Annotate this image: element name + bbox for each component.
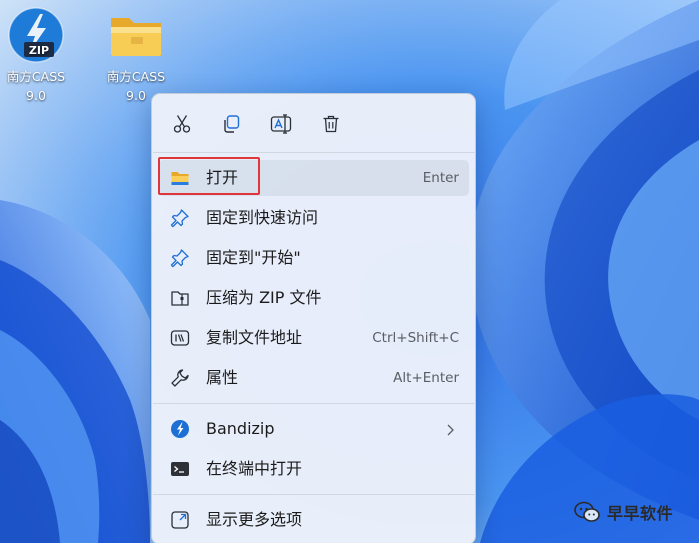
menu-item-label: 压缩为 ZIP 文件 [206,288,322,307]
chevron-right-icon [445,422,455,441]
menu-item-shortcut: Enter [422,170,459,186]
path-icon [170,328,190,348]
menu-item-pin-quick-access[interactable]: 固定到快速访问 [158,200,469,236]
pin-icon [170,248,190,268]
desktop-icon-label-line1: 南方CASS [6,69,66,84]
folder-icon [111,18,161,56]
menu-item-label: 打开 [206,168,239,187]
wrench-icon [170,368,190,388]
menu-item-shortcut: Ctrl+Shift+C [372,330,459,346]
menu-separator [153,494,476,495]
context-menu: 打开 Enter 固定到快速访问 固定到"开始" 压缩为 ZIP 文件 复制文件… [151,93,476,543]
context-menu-toolbar [152,94,475,152]
cut-button[interactable] [166,108,198,140]
menu-item-label: Bandizip [206,419,275,438]
menu-item-properties[interactable]: 属性 Alt+Enter [158,360,469,396]
zip-folder-icon [170,288,190,308]
menu-item-label: 在终端中打开 [206,459,303,478]
menu-item-open-terminal[interactable]: 在终端中打开 [158,451,469,487]
menu-item-label: 固定到"开始" [206,248,301,267]
delete-button[interactable] [315,108,347,140]
watermark: 早早软件 [574,498,673,526]
svg-text:ZIP: ZIP [29,44,49,57]
menu-item-open[interactable]: 打开 Enter [158,160,469,196]
menu-item-label: 显示更多选项 [206,510,303,529]
desktop-icon-cass-folder[interactable]: 南方CASS 9.0 [100,6,172,105]
folder-open-icon [170,168,190,188]
scissors-icon [173,115,191,133]
desktop-icon-label-line2: 9.0 [26,88,46,103]
menu-item-label: 固定到快速访问 [206,208,319,227]
watermark-text: 早早软件 [607,504,674,523]
terminal-icon [170,459,190,479]
menu-item-shortcut: Alt+Enter [393,370,459,386]
pin-icon [170,208,190,228]
desktop-icon-label-line1: 南方CASS [106,69,166,84]
menu-item-label: 复制文件地址 [206,328,303,347]
rename-icon [270,114,292,134]
desktop-icon-cass-zip[interactable]: ZIP 南方CASS 9.0 [0,6,72,105]
zip-archive-icon: ZIP [8,7,64,63]
more-options-icon [170,510,190,530]
menu-item-bandizip[interactable]: Bandizip [158,411,469,447]
menu-item-label: 属性 [206,368,239,387]
menu-item-compress-zip[interactable]: 压缩为 ZIP 文件 [158,280,469,316]
rename-button[interactable] [265,108,297,140]
menu-item-show-more-options[interactable]: 显示更多选项 [158,502,469,538]
menu-separator [153,152,476,153]
copy-button[interactable] [215,108,247,140]
menu-separator [153,403,476,404]
bandizip-icon [170,419,190,439]
menu-item-pin-start[interactable]: 固定到"开始" [158,240,469,276]
copy-icon [224,115,240,133]
trash-icon [323,115,339,133]
menu-item-copy-path[interactable]: 复制文件地址 Ctrl+Shift+C [158,320,469,356]
wechat-icon [574,501,600,522]
